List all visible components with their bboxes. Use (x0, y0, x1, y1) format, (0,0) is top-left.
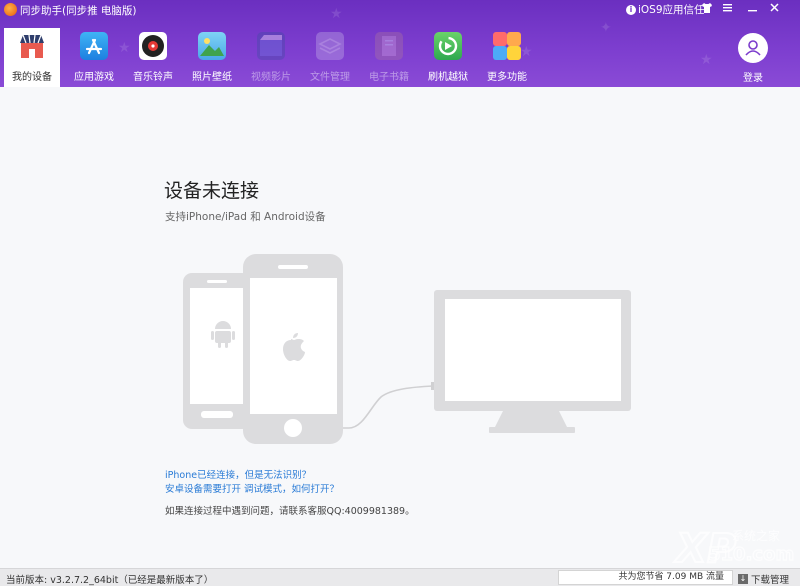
nav-item-ebooks[interactable]: 电子书籍 (361, 28, 417, 87)
nav-item-label: 照片壁纸 (192, 72, 232, 83)
login-label: 登录 (743, 73, 763, 84)
nav-item-my-device[interactable]: 我的设备 (4, 28, 60, 87)
minimize-icon[interactable] (745, 2, 759, 16)
nav-item-label: 刷机越狱 (428, 72, 468, 83)
info-icon: i (626, 4, 636, 15)
nav-item-label: 更多功能 (487, 72, 527, 83)
page-subtitle: 支持iPhone/iPad 和 Android设备 (165, 211, 326, 223)
photo-icon (198, 32, 226, 60)
store-icon (18, 32, 46, 60)
nav-item-videos[interactable]: 视频影片 (243, 28, 299, 87)
nav-item-photos[interactable]: 照片壁纸 (184, 28, 240, 87)
android-debug-mode-link[interactable]: 安卓设备需要打开 调试模式，如何打开？ (165, 481, 339, 495)
header-bar: ★ ★ ★ ✦ ★ 同步助手(同步推 电脑版) i iOS9应用信任 我的设备 … (0, 0, 800, 87)
more-icon (493, 32, 521, 60)
menu-icon[interactable] (720, 2, 734, 16)
nav-item-apps-games[interactable]: 应用游戏 (66, 28, 122, 87)
app-store-icon (80, 32, 108, 60)
status-bar: 当前版本: v3.2.7.2_64bit（已经是最新版本了） 共为您节省 7.0… (0, 568, 800, 586)
nav-item-label: 视频影片 (251, 72, 291, 83)
nav-item-more[interactable]: 更多功能 (479, 28, 535, 87)
download-arrow-icon: ↓ (738, 574, 748, 584)
app-logo-icon (4, 3, 17, 16)
iphone-unrecognized-link[interactable]: iPhone已经连接，但是无法识别？ (165, 467, 311, 481)
ebook-icon (375, 32, 403, 60)
nav-item-label: 文件管理 (310, 72, 350, 83)
traffic-saved-text: 共为您节省 7.09 MB 流量 (558, 570, 733, 585)
star-decoration: ✦ (600, 20, 612, 36)
file-icon (316, 32, 344, 60)
login-button[interactable]: 登录 (733, 33, 773, 85)
shirt-icon[interactable] (700, 2, 714, 16)
ios-trust-label: iOS9应用信任 (638, 4, 705, 16)
device-connection-illustration (183, 254, 631, 444)
nav-item-music[interactable]: 音乐铃声 (125, 28, 181, 87)
app-title: 同步助手(同步推 电脑版) (20, 5, 137, 17)
ios-trust-button[interactable]: i iOS9应用信任 (626, 2, 705, 17)
user-avatar-icon (738, 33, 768, 63)
download-manager-label: 下载管理 (751, 575, 790, 586)
main-content: 设备未连接 支持iPhone/iPad 和 Android设备 iPhone已经… (0, 87, 800, 568)
nav-item-label: 电子书籍 (369, 72, 409, 83)
version-text: 当前版本: v3.2.7.2_64bit（已经是最新版本了） (6, 575, 214, 586)
close-icon[interactable] (767, 2, 781, 16)
nav-item-label: 我的设备 (12, 72, 52, 83)
download-manager-button[interactable]: ↓ 下载管理 (738, 572, 789, 586)
flash-icon (434, 32, 462, 60)
title-bar: 同步助手(同步推 电脑版) i iOS9应用信任 (0, 0, 800, 20)
usb-cable-shape (343, 385, 434, 429)
star-decoration: ★ (700, 52, 713, 68)
support-contact-text: 如果连接过程中遇到问题，请联系客服QQ:4009981389。 (165, 506, 415, 517)
nav-item-label: 应用游戏 (74, 72, 114, 83)
nav-item-flash-jailbreak[interactable]: 刷机越狱 (420, 28, 476, 87)
nav-item-files[interactable]: 文件管理 (302, 28, 358, 87)
nav-item-label: 音乐铃声 (133, 72, 173, 83)
page-title: 设备未连接 (164, 180, 260, 202)
video-icon (257, 32, 285, 60)
music-disc-icon (139, 32, 167, 60)
